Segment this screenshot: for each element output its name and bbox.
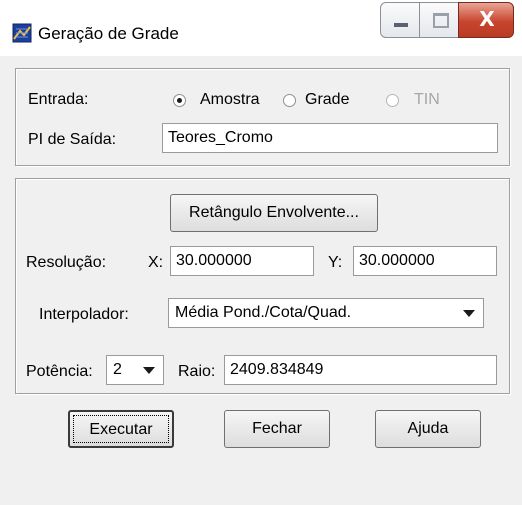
focus-rectangle bbox=[73, 415, 169, 443]
close-button[interactable]: Fechar bbox=[224, 410, 330, 448]
radio-amostra-label[interactable]: Amostra bbox=[200, 91, 260, 109]
radius-input[interactable]: 2409.834849 bbox=[224, 355, 497, 385]
maximize-button[interactable] bbox=[419, 2, 459, 38]
close-icon: X bbox=[479, 7, 495, 31]
radio-grade-label[interactable]: Grade bbox=[305, 91, 349, 109]
power-select[interactable]: 2 bbox=[106, 355, 164, 385]
resolucao-x-label: X: bbox=[148, 254, 164, 271]
power-value: 2 bbox=[113, 361, 122, 378]
minimize-icon bbox=[394, 23, 408, 27]
maximize-icon bbox=[433, 13, 449, 28]
radio-tin-label: TIN bbox=[414, 91, 440, 108]
resolution-x-input[interactable]: 30.000000 bbox=[170, 246, 314, 276]
chevron-down-icon[interactable] bbox=[456, 301, 481, 325]
interpolador-label: Interpolador: bbox=[39, 306, 129, 323]
potencia-label: Potência: bbox=[26, 363, 93, 380]
resolucao-y-label: Y: bbox=[328, 254, 343, 271]
dialog-window: Geração de Grade X Entrada: Amostra Grad… bbox=[0, 0, 522, 505]
pi-saida-input[interactable]: Teores_Cromo bbox=[162, 123, 498, 153]
radio-amostra[interactable] bbox=[173, 94, 186, 107]
minimize-button[interactable] bbox=[380, 2, 420, 38]
help-button[interactable]: Ajuda bbox=[375, 410, 481, 448]
window-title: Geração de Grade bbox=[38, 24, 179, 43]
close-window-button[interactable]: X bbox=[458, 2, 514, 38]
execute-button[interactable]: Executar bbox=[68, 410, 174, 448]
entrada-label: Entrada: bbox=[28, 91, 89, 108]
interpolator-value: Média Pond./Cota/Quad. bbox=[175, 304, 352, 321]
radio-grade[interactable] bbox=[283, 94, 296, 107]
grid-app-icon bbox=[12, 23, 32, 43]
radio-tin bbox=[386, 94, 399, 107]
resolution-y-input[interactable]: 30.000000 bbox=[353, 246, 497, 276]
interpolator-select[interactable]: Média Pond./Cota/Quad. bbox=[168, 298, 484, 328]
chevron-down-icon[interactable] bbox=[136, 358, 161, 382]
raio-label: Raio: bbox=[178, 363, 216, 380]
resolucao-label: Resolução: bbox=[26, 254, 107, 271]
bounding-rectangle-button[interactable]: Retângulo Envolvente... bbox=[170, 194, 378, 232]
pi-saida-label: PI de Saída: bbox=[28, 131, 117, 148]
title-bar[interactable]: Geração de Grade X bbox=[0, 0, 522, 56]
